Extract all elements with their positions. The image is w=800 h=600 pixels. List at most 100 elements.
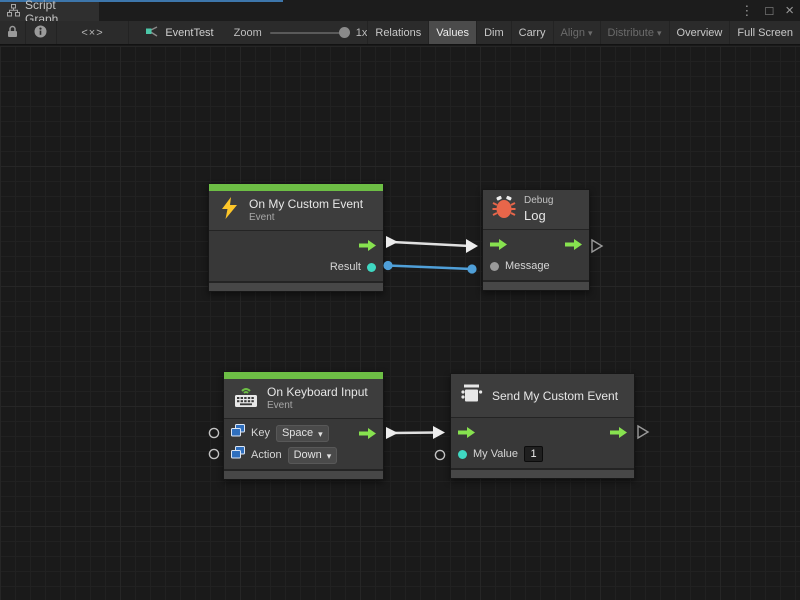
graph-icon: [145, 25, 159, 41]
node-debug-log[interactable]: Debug Log Message: [482, 189, 590, 291]
flow-wire-custom-event-to-log: [386, 236, 478, 253]
chevron-down-icon: ▾: [657, 28, 662, 39]
node-header[interactable]: On Keyboard Input Event: [224, 379, 383, 419]
zoom-label: Zoom: [234, 27, 262, 39]
lightning-bolt-icon: [218, 196, 241, 225]
my-value-input[interactable]: 1: [524, 446, 543, 462]
values-button[interactable]: Values: [428, 21, 476, 44]
node-on-keyboard-input[interactable]: On Keyboard Input Event Key Space ▾: [223, 371, 384, 480]
node-subtitle: Event: [267, 400, 368, 413]
flow-output-arrow-icon[interactable]: [359, 428, 376, 439]
chevron-down-icon: ▾: [318, 429, 323, 440]
node-on-my-custom-event[interactable]: On My Custom Event Event Result: [208, 183, 384, 292]
flow-input-arrow-icon[interactable]: [490, 239, 507, 250]
flow-row[interactable]: [483, 233, 589, 255]
close-icon[interactable]: ×: [785, 2, 794, 19]
result-output-port[interactable]: Result: [209, 256, 383, 278]
info-button[interactable]: [26, 21, 57, 44]
custom-event-icon: [460, 382, 484, 409]
carry-button[interactable]: Carry: [511, 21, 553, 44]
overview-button[interactable]: Overview: [669, 21, 730, 44]
unconnected-port-hint-icon: [209, 449, 218, 458]
window-controls: ⋮ □ ×: [740, 0, 794, 21]
port-label: Action: [251, 449, 282, 461]
zoom-slider-handle[interactable]: [339, 27, 350, 38]
tab-script-graph[interactable]: Script Graph: [0, 2, 99, 21]
node-title: Send My Custom Event: [492, 389, 618, 403]
enum-type-icon: [231, 424, 245, 442]
toolbar-right-group: Relations Values Dim Carry Align ▾ Distr…: [367, 21, 800, 44]
value-wire-result-to-message: [383, 261, 476, 274]
code-view-button[interactable]: <×>: [57, 21, 130, 44]
unconnected-port-hint-icon: [209, 428, 218, 437]
port-label: Message: [505, 260, 550, 272]
node-header[interactable]: Send My Custom Event: [451, 374, 634, 418]
node-send-my-custom-event[interactable]: Send My Custom Event My Value 1: [450, 373, 635, 479]
node-body: Result: [209, 231, 383, 283]
graph-canvas[interactable]: On My Custom Event Event Result: [0, 46, 800, 600]
flow-arrow-icon[interactable]: [359, 240, 376, 251]
key-input-port[interactable]: Key Space ▾: [224, 422, 383, 444]
port-label: Key: [251, 427, 270, 439]
node-title: Log: [524, 208, 553, 224]
chevron-down-icon: ▾: [588, 28, 593, 39]
port-label: Result: [330, 261, 361, 273]
my-value-input-port[interactable]: My Value 1: [451, 443, 634, 465]
align-dropdown[interactable]: Align ▾: [553, 21, 600, 44]
dim-button[interactable]: Dim: [476, 21, 511, 44]
node-footer: [224, 471, 383, 479]
flow-continuation-hint-icon: [592, 240, 602, 252]
zoom-control: Zoom 1x: [234, 21, 368, 44]
key-dropdown[interactable]: Space ▾: [276, 425, 329, 442]
node-body: My Value 1: [451, 418, 634, 470]
lock-icon: [7, 25, 18, 41]
graph-toolbar: <×> EventTest Zoom 1x Relations Values D…: [0, 21, 800, 45]
node-footer: [451, 470, 634, 478]
action-dropdown[interactable]: Down ▾: [288, 447, 338, 464]
value-port-icon[interactable]: [367, 263, 376, 272]
node-supertitle: Debug: [524, 195, 553, 208]
node-footer: [483, 282, 589, 290]
message-input-port[interactable]: Message: [483, 255, 589, 277]
enum-type-icon: [231, 446, 245, 464]
graph-name: EventTest: [165, 27, 213, 39]
value-port-icon[interactable]: [458, 450, 467, 459]
node-header[interactable]: On My Custom Event Event: [209, 191, 383, 231]
zoom-slider[interactable]: [270, 32, 348, 34]
node-subtitle: Event: [249, 212, 363, 225]
connection-layer: [0, 46, 800, 600]
unconnected-port-hint-icon: [435, 450, 444, 459]
info-icon: [34, 25, 47, 41]
flow-input-arrow-icon[interactable]: [458, 427, 475, 438]
node-footer: [209, 283, 383, 291]
flow-output-arrow-icon[interactable]: [610, 427, 627, 438]
lock-button[interactable]: [0, 21, 26, 44]
port-label: My Value: [473, 448, 518, 460]
action-input-port[interactable]: Action Down ▾: [224, 444, 383, 466]
bug-icon: [492, 195, 516, 224]
flow-output-row[interactable]: [209, 234, 383, 256]
script-graph-icon: [7, 4, 20, 20]
flow-wire-keyboard-to-send: [386, 426, 445, 439]
node-body: Message: [483, 230, 589, 282]
zoom-value: 1x: [356, 27, 368, 39]
distribute-dropdown[interactable]: Distribute ▾: [600, 21, 669, 44]
code-icon: <×>: [81, 27, 103, 39]
event-accent-bar: [209, 184, 383, 191]
full-screen-button[interactable]: Full Screen: [729, 21, 800, 44]
node-body: Key Space ▾ Action Down: [224, 419, 383, 471]
chevron-down-icon: ▾: [327, 451, 332, 462]
node-title: On My Custom Event: [249, 197, 363, 212]
flow-continuation-hint-icon: [638, 426, 648, 438]
flow-row[interactable]: [451, 421, 634, 443]
window-tab-bar: Script Graph ⋮ □ ×: [0, 0, 800, 21]
flow-output-arrow-icon[interactable]: [565, 239, 582, 250]
node-header[interactable]: Debug Log: [483, 190, 589, 230]
maximize-icon[interactable]: □: [765, 3, 773, 18]
value-port-icon[interactable]: [490, 262, 499, 271]
window-menu-icon[interactable]: ⋮: [740, 3, 753, 19]
graph-breadcrumb[interactable]: EventTest: [139, 21, 219, 44]
relations-button[interactable]: Relations: [367, 21, 428, 44]
node-title: On Keyboard Input: [267, 385, 368, 400]
event-accent-bar: [224, 372, 383, 379]
